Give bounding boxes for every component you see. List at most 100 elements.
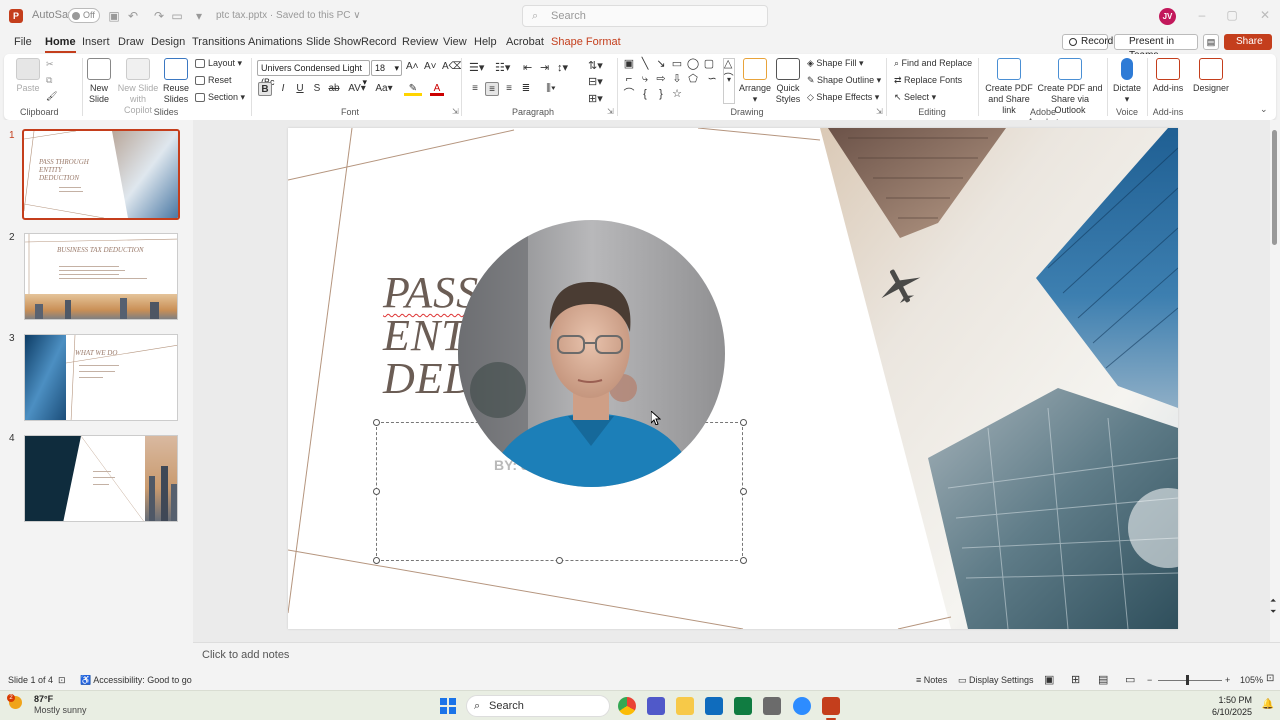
highlight-color-icon[interactable]: ✎ [404,82,422,96]
comments-icon[interactable]: ▤ [1203,34,1219,50]
tab-draw[interactable]: Draw [118,36,144,48]
curved-connector-icon[interactable]: ⤷ [637,72,653,87]
elbow-connector-icon[interactable]: ⌐ [621,72,637,87]
line-spacing-icon[interactable]: ↕▾ [557,61,568,74]
teams-app-icon[interactable] [647,697,665,715]
zoom-app-icon[interactable] [793,697,811,715]
minimize-icon[interactable]: – [1195,8,1209,22]
weather-description[interactable]: Mostly sunny [34,705,87,715]
format-painter-icon[interactable]: 🖌 [46,91,57,102]
dictate-button[interactable]: Dictate ▾ [1111,58,1143,105]
star-shape-icon[interactable]: ☆ [669,87,685,102]
record-button[interactable]: Record [1062,34,1113,50]
notes-toggle-button[interactable]: ≡ Notes [916,675,947,685]
italic-icon[interactable]: I [276,82,290,96]
copy-icon[interactable]: ⧉ [46,75,52,86]
reading-view-icon[interactable]: ▤ [1098,673,1108,686]
resize-handle[interactable] [556,557,563,564]
font-dialog-icon[interactable]: ⇲ [452,107,459,116]
tab-record[interactable]: Record [361,36,396,48]
present-in-teams-button[interactable]: Present in Teams [1114,34,1198,61]
taskbar-search[interactable]: ⌕ Search [466,695,610,717]
slide-sorter-icon[interactable]: ⊞ [1071,673,1080,686]
close-icon[interactable]: ✕ [1258,8,1272,22]
left-brace-shape-icon[interactable]: { [637,87,653,102]
next-slide-icon[interactable]: ⏷ [1270,607,1276,617]
change-case-icon[interactable]: Aa▾ [374,82,394,96]
reset-button[interactable]: Reset [195,75,232,86]
resize-handle[interactable] [740,488,747,495]
tab-transitions[interactable]: Transitions [192,36,245,48]
shapes-gallery[interactable]: ▣ ╲ ↘ ▭ ◯ ▢ △⌐ ⤷ ⇨ ⇩ ⬠ ∽ ⌒⌒{} ☆ [621,57,737,105]
shape-outline-button[interactable]: ✎ Shape Outline ▾ [807,75,881,86]
undo-icon[interactable]: ↶ [126,9,140,23]
new-slide-button[interactable]: New Slide [86,58,112,105]
align-center-icon[interactable]: ≡ [485,82,499,96]
select-button[interactable]: ↖ Select ▾ [894,92,936,103]
curve-shape-icon[interactable]: ⌒ [621,87,637,102]
arrow-line-shape-icon[interactable]: ↘ [653,57,669,72]
align-left-icon[interactable]: ≡ [468,82,482,96]
clear-formatting-icon[interactable]: A⌫ [442,61,463,72]
calculator-app-icon[interactable] [763,697,781,715]
slide-thumbnail-3[interactable]: WHAT WE DO [24,334,178,421]
character-spacing-icon[interactable]: AV▾ [347,82,367,96]
slide-thumbnail-4[interactable] [24,435,178,522]
rounded-rect-shape-icon[interactable]: ▢ [701,57,717,72]
resize-handle[interactable] [373,557,380,564]
strikethrough-icon[interactable]: ab [327,82,341,96]
maximize-icon[interactable]: ▢ [1225,8,1239,22]
bold-icon[interactable]: B [258,82,272,96]
scrollbar-thumb[interactable] [1272,130,1277,245]
tab-view[interactable]: View [443,36,467,48]
current-slide[interactable]: PASS ENT DED BY: J [288,128,1178,629]
arrange-button[interactable]: Arrange ▾ [738,58,772,105]
text-shadow-icon[interactable]: S [310,82,324,96]
cut-icon[interactable]: ✂ [46,59,54,70]
right-arrow-shape-icon[interactable]: ⇨ [653,72,669,87]
tab-slide-show[interactable]: Slide Show [306,36,361,48]
replace-fonts-button[interactable]: ⇄ Replace Fonts [894,75,962,86]
zoom-level[interactable]: 105% [1240,675,1263,685]
shapes-more-icon[interactable]: ▾ [723,58,735,104]
zoom-slider[interactable] [1158,680,1222,681]
excel-app-icon[interactable] [734,697,752,715]
windows-start-icon[interactable] [440,698,456,714]
resize-handle[interactable] [740,419,747,426]
right-brace-shape-icon[interactable]: } [653,87,669,102]
vertical-scrollbar[interactable] [1270,120,1280,630]
text-box-shape-icon[interactable]: ▣ [621,57,637,72]
paragraph-dialog-icon[interactable]: ⇲ [607,107,614,116]
spelling-check-icon[interactable]: ⊡ [58,675,66,686]
resize-handle[interactable] [740,557,747,564]
redo-icon[interactable]: ↷ [152,9,166,23]
font-name-select[interactable]: Univers Condensed Light (Bc▾ [257,60,370,87]
oval-shape-icon[interactable]: ◯ [685,57,701,72]
section-button[interactable]: Section ▾ [195,92,245,103]
freeform-shape-icon[interactable]: ∽ [704,72,720,87]
resize-handle[interactable] [373,419,380,426]
present-from-start-icon[interactable]: ▭ [170,9,184,23]
quick-styles-button[interactable]: Quick Styles [774,58,802,105]
justify-icon[interactable]: ≣ [519,82,533,96]
zoom-slider-handle[interactable] [1185,675,1189,685]
outlook-app-icon[interactable] [705,697,723,715]
avatar[interactable]: JV [1159,8,1176,25]
underline-icon[interactable]: U [293,82,307,96]
drawing-dialog-icon[interactable]: ⇲ [876,107,883,116]
tab-design[interactable]: Design [151,36,185,48]
slide-thumbnail-1[interactable]: PASS THROUGH ENTITY DEDUCTION [22,129,180,220]
tab-file[interactable]: File [14,36,32,48]
font-size-select[interactable]: 18 ▾ [371,60,402,76]
chrome-app-icon[interactable] [618,697,636,715]
font-color-icon[interactable]: A [430,82,444,96]
tab-animations[interactable]: Animations [248,36,302,48]
display-settings-button[interactable]: ▭ Display Settings [958,675,1034,686]
zoom-out-icon[interactable]: − [1147,675,1152,685]
tab-help[interactable]: Help [474,36,497,48]
increase-indent-icon[interactable]: ⇥ [540,61,549,74]
zoom-in-icon[interactable]: + [1225,675,1230,685]
layout-button[interactable]: Layout ▾ [195,58,242,69]
line-shape-icon[interactable]: ╲ [637,57,653,72]
rectangle-shape-icon[interactable]: ▭ [669,57,685,72]
